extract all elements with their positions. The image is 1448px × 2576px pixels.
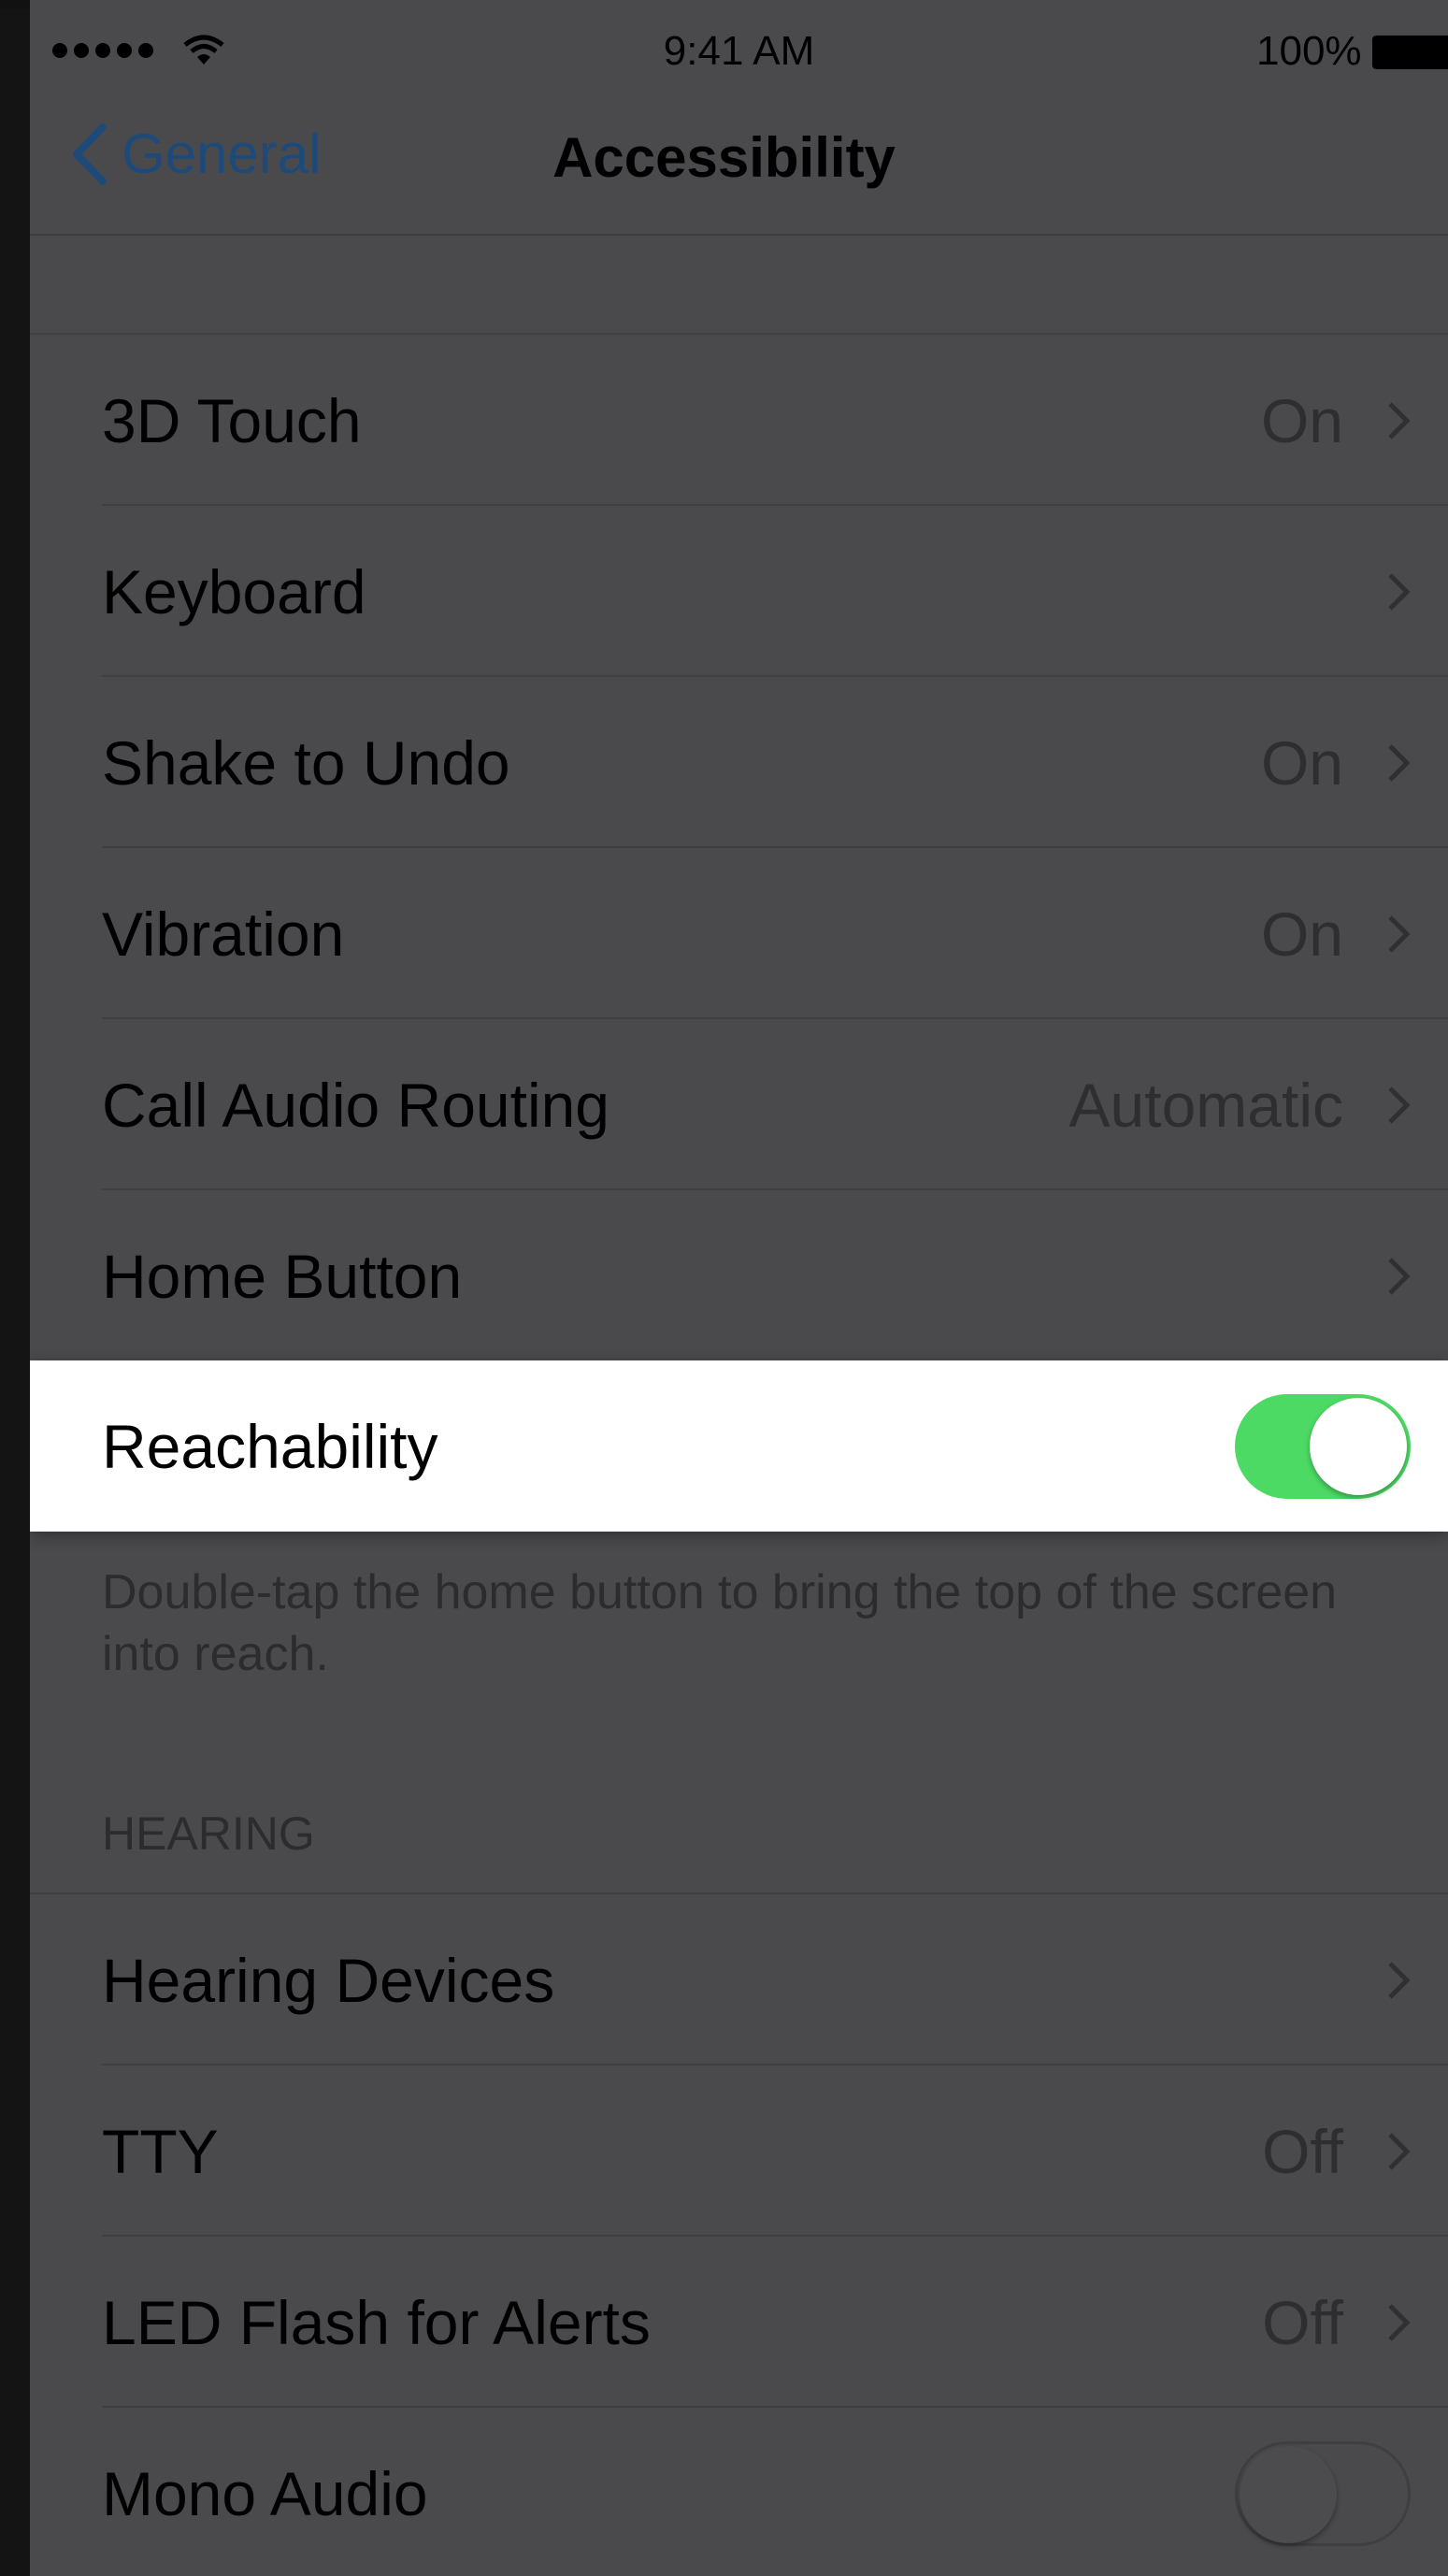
row-value: On — [1260, 727, 1343, 798]
row-mono-audio: Mono Audio — [30, 2408, 1448, 2576]
battery-icon — [1372, 36, 1448, 69]
row-label: 3D Touch — [102, 385, 362, 455]
row-label: Call Audio Routing — [102, 1070, 610, 1140]
status-bar: 9:41 AM 100% — [30, 9, 1448, 84]
settings-screen: 9:41 AM 100% General Accessibility 3D To… — [30, 0, 1448, 2576]
row-value: On — [1260, 899, 1343, 969]
chevron-right-icon — [1388, 2304, 1411, 2341]
row-label: Reachability — [102, 1411, 438, 1481]
mono-audio-toggle[interactable] — [1235, 2441, 1411, 2546]
chevron-right-icon — [1388, 915, 1411, 953]
row-label: Home Button — [102, 1241, 463, 1311]
row-label: LED Flash for Alerts — [102, 2287, 651, 2357]
row-shake-to-undo[interactable]: Shake to Undo On — [30, 677, 1448, 848]
row-value: Off — [1262, 2116, 1343, 2186]
battery-percent: 100% — [1256, 28, 1362, 74]
reachability-toggle[interactable] — [1235, 1394, 1411, 1499]
row-label: Vibration — [102, 899, 345, 969]
row-label: TTY — [102, 2116, 219, 2186]
row-value: On — [1260, 385, 1343, 455]
row-value: Automatic — [1068, 1070, 1343, 1140]
chevron-right-icon — [1388, 1087, 1411, 1124]
chevron-right-icon — [1388, 402, 1411, 439]
row-led-flash[interactable]: LED Flash for Alerts Off — [30, 2237, 1448, 2408]
row-label: Mono Audio — [102, 2458, 428, 2528]
status-time: 9:41 AM — [663, 28, 815, 74]
row-label: Hearing Devices — [102, 1945, 555, 2015]
row-tty[interactable]: TTY Off — [30, 2065, 1448, 2237]
chevron-right-icon — [1388, 573, 1411, 611]
row-hearing-devices[interactable]: Hearing Devices — [30, 1894, 1448, 2065]
page-title: Accessibility — [552, 126, 896, 189]
reachability-footer: Double-tap the home button to bring the … — [102, 1565, 1338, 1681]
row-label: Keyboard — [102, 556, 366, 626]
toggle-knob — [1240, 2446, 1337, 2543]
settings-group-hearing: Hearing Devices TTY Off LED Flash for Al… — [30, 1892, 1448, 2576]
row-reachability: Reachability — [30, 1360, 1448, 1532]
row-vibration[interactable]: Vibration On — [30, 848, 1448, 1019]
section-header-hearing: HEARING — [102, 1807, 315, 1860]
row-call-audio-routing[interactable]: Call Audio Routing Automatic — [30, 1019, 1448, 1190]
chevron-right-icon — [1388, 2133, 1411, 2170]
row-label: Shake to Undo — [102, 727, 510, 798]
row-keyboard[interactable]: Keyboard — [30, 506, 1448, 677]
chevron-right-icon — [1388, 1962, 1411, 1999]
toggle-knob — [1310, 1398, 1407, 1495]
row-3d-touch[interactable]: 3D Touch On — [30, 335, 1448, 506]
settings-group-general: 3D Touch On Keyboard Shake to Undo On Vi… — [30, 333, 1448, 1361]
row-value: Off — [1262, 2287, 1343, 2357]
navigation-bar: General Accessibility — [30, 84, 1448, 236]
row-home-button[interactable]: Home Button — [30, 1190, 1448, 1361]
chevron-right-icon — [1388, 744, 1411, 782]
chevron-right-icon — [1388, 1258, 1411, 1295]
